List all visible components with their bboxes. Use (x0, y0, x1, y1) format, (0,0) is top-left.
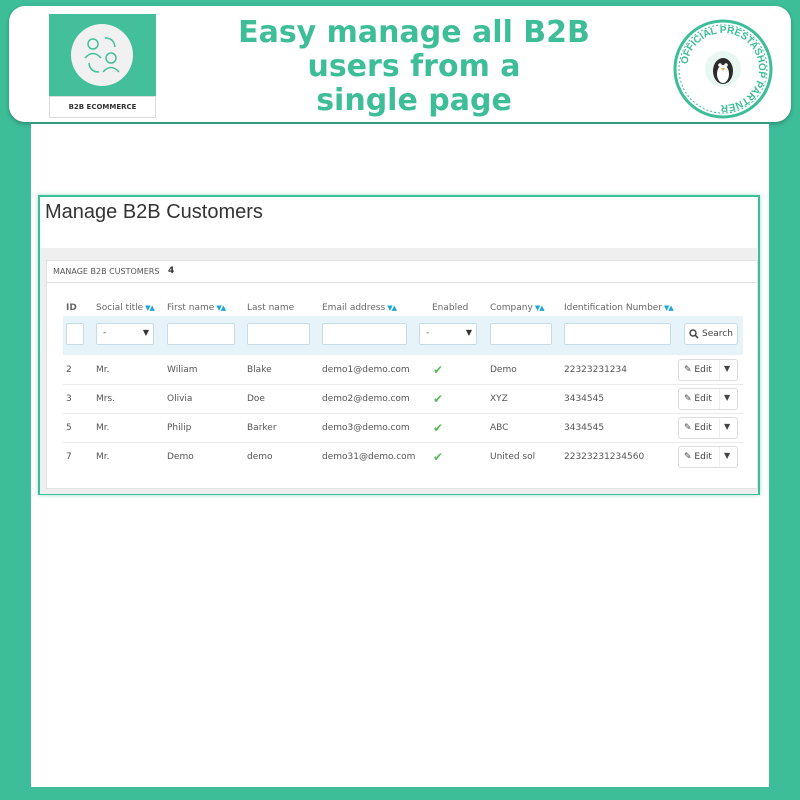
customers-list-card: MANAGE B2B CUSTOMERS 4 ID Social title ▼▲… (46, 260, 758, 489)
filter-social-title-select[interactable]: - ▼ (96, 323, 154, 345)
edit-button[interactable]: ✎ Edit ▼ (678, 417, 738, 439)
caret-down-icon[interactable]: ▼ (724, 393, 730, 402)
caret-down-icon[interactable]: ▼ (724, 364, 730, 373)
sort-arrows-icon[interactable]: ▼▲ (216, 304, 226, 312)
table-row[interactable]: 5 Mr. Philip Barker demo3@demo.com ✔ ABC… (63, 414, 743, 443)
caret-down-icon[interactable]: ▼ (724, 451, 730, 460)
filter-row: - ▼ - ▼ Search (63, 316, 743, 355)
table-row[interactable]: 7 Mr. Demo demo demo31@demo.com ✔ United… (63, 443, 743, 472)
banner-headline: Easy manage all B2B users from a single … (199, 16, 629, 118)
filter-company-input[interactable] (490, 323, 552, 345)
column-header-enabled: Enabled (432, 303, 469, 313)
logo-label: B2B ECOMMERCE (49, 96, 156, 118)
table-row[interactable]: 3 Mrs. Olivia Doe demo2@demo.com ✔ XYZ 3… (63, 385, 743, 414)
prestashop-partner-seal: OFFICIAL PRESTASHOP PARTNER (673, 19, 773, 119)
customer-count-badge: 4 (168, 266, 175, 276)
column-header-id: ID (66, 303, 77, 313)
sort-arrows-icon[interactable]: ▼▲ (664, 304, 674, 312)
edit-button[interactable]: ✎ Edit ▼ (678, 388, 738, 410)
column-header-first-name[interactable]: First name ▼▲ (167, 303, 226, 313)
users-exchange-icon (71, 24, 133, 86)
sort-arrows-icon[interactable]: ▼▲ (535, 304, 545, 312)
search-button[interactable]: Search (684, 323, 738, 345)
filter-enabled-select[interactable]: - ▼ (419, 323, 477, 345)
caret-down-icon[interactable]: ▼ (724, 422, 730, 431)
b2b-ecommerce-logo: B2B ECOMMERCE (49, 14, 156, 118)
promo-banner: B2B ECOMMERCE Easy manage all B2B users … (9, 6, 791, 122)
headline-line-1: Easy manage all B2B (238, 15, 590, 50)
table-row[interactable]: 2 Mr. Wiliam Blake demo1@demo.com ✔ Demo… (63, 356, 743, 385)
enabled-check-icon[interactable]: ✔ (433, 363, 443, 377)
list-heading: MANAGE B2B CUSTOMERS (53, 267, 160, 276)
pencil-icon: ✎ (684, 394, 692, 404)
headline-line-2: users from a (307, 49, 521, 84)
edit-button[interactable]: ✎ Edit ▼ (678, 359, 738, 381)
filter-last-name-input[interactable] (247, 323, 310, 345)
caret-down-icon: ▼ (142, 328, 149, 337)
column-header-social-title[interactable]: Social title ▼▲ (96, 303, 155, 313)
pencil-icon: ✎ (684, 365, 692, 375)
divider (47, 282, 757, 283)
sort-arrows-icon[interactable]: ▼▲ (145, 304, 155, 312)
filter-identification-input[interactable] (564, 323, 671, 345)
sort-arrows-icon[interactable]: ▼▲ (387, 304, 397, 312)
filter-email-input[interactable] (322, 323, 407, 345)
caret-down-icon: ▼ (465, 328, 472, 337)
enabled-check-icon[interactable]: ✔ (433, 421, 443, 435)
pencil-icon: ✎ (684, 423, 692, 433)
pencil-icon: ✎ (684, 452, 692, 462)
enabled-check-icon[interactable]: ✔ (433, 450, 443, 464)
edit-button[interactable]: ✎ Edit ▼ (678, 446, 738, 468)
filter-first-name-input[interactable] (167, 323, 235, 345)
filter-id-input[interactable] (66, 323, 84, 345)
column-header-last-name: Last name (247, 303, 295, 313)
column-header-company[interactable]: Company ▼▲ (490, 303, 545, 313)
enabled-check-icon[interactable]: ✔ (433, 392, 443, 406)
column-header-email[interactable]: Email address ▼▲ (322, 303, 397, 313)
headline-line-3: single page (316, 83, 512, 118)
search-icon (689, 329, 699, 339)
customers-panel: Manage B2B Customers MANAGE B2B CUSTOMER… (38, 195, 760, 495)
column-header-identification[interactable]: Identification Number ▼▲ (564, 303, 674, 313)
page-title: Manage B2B Customers (45, 201, 263, 223)
